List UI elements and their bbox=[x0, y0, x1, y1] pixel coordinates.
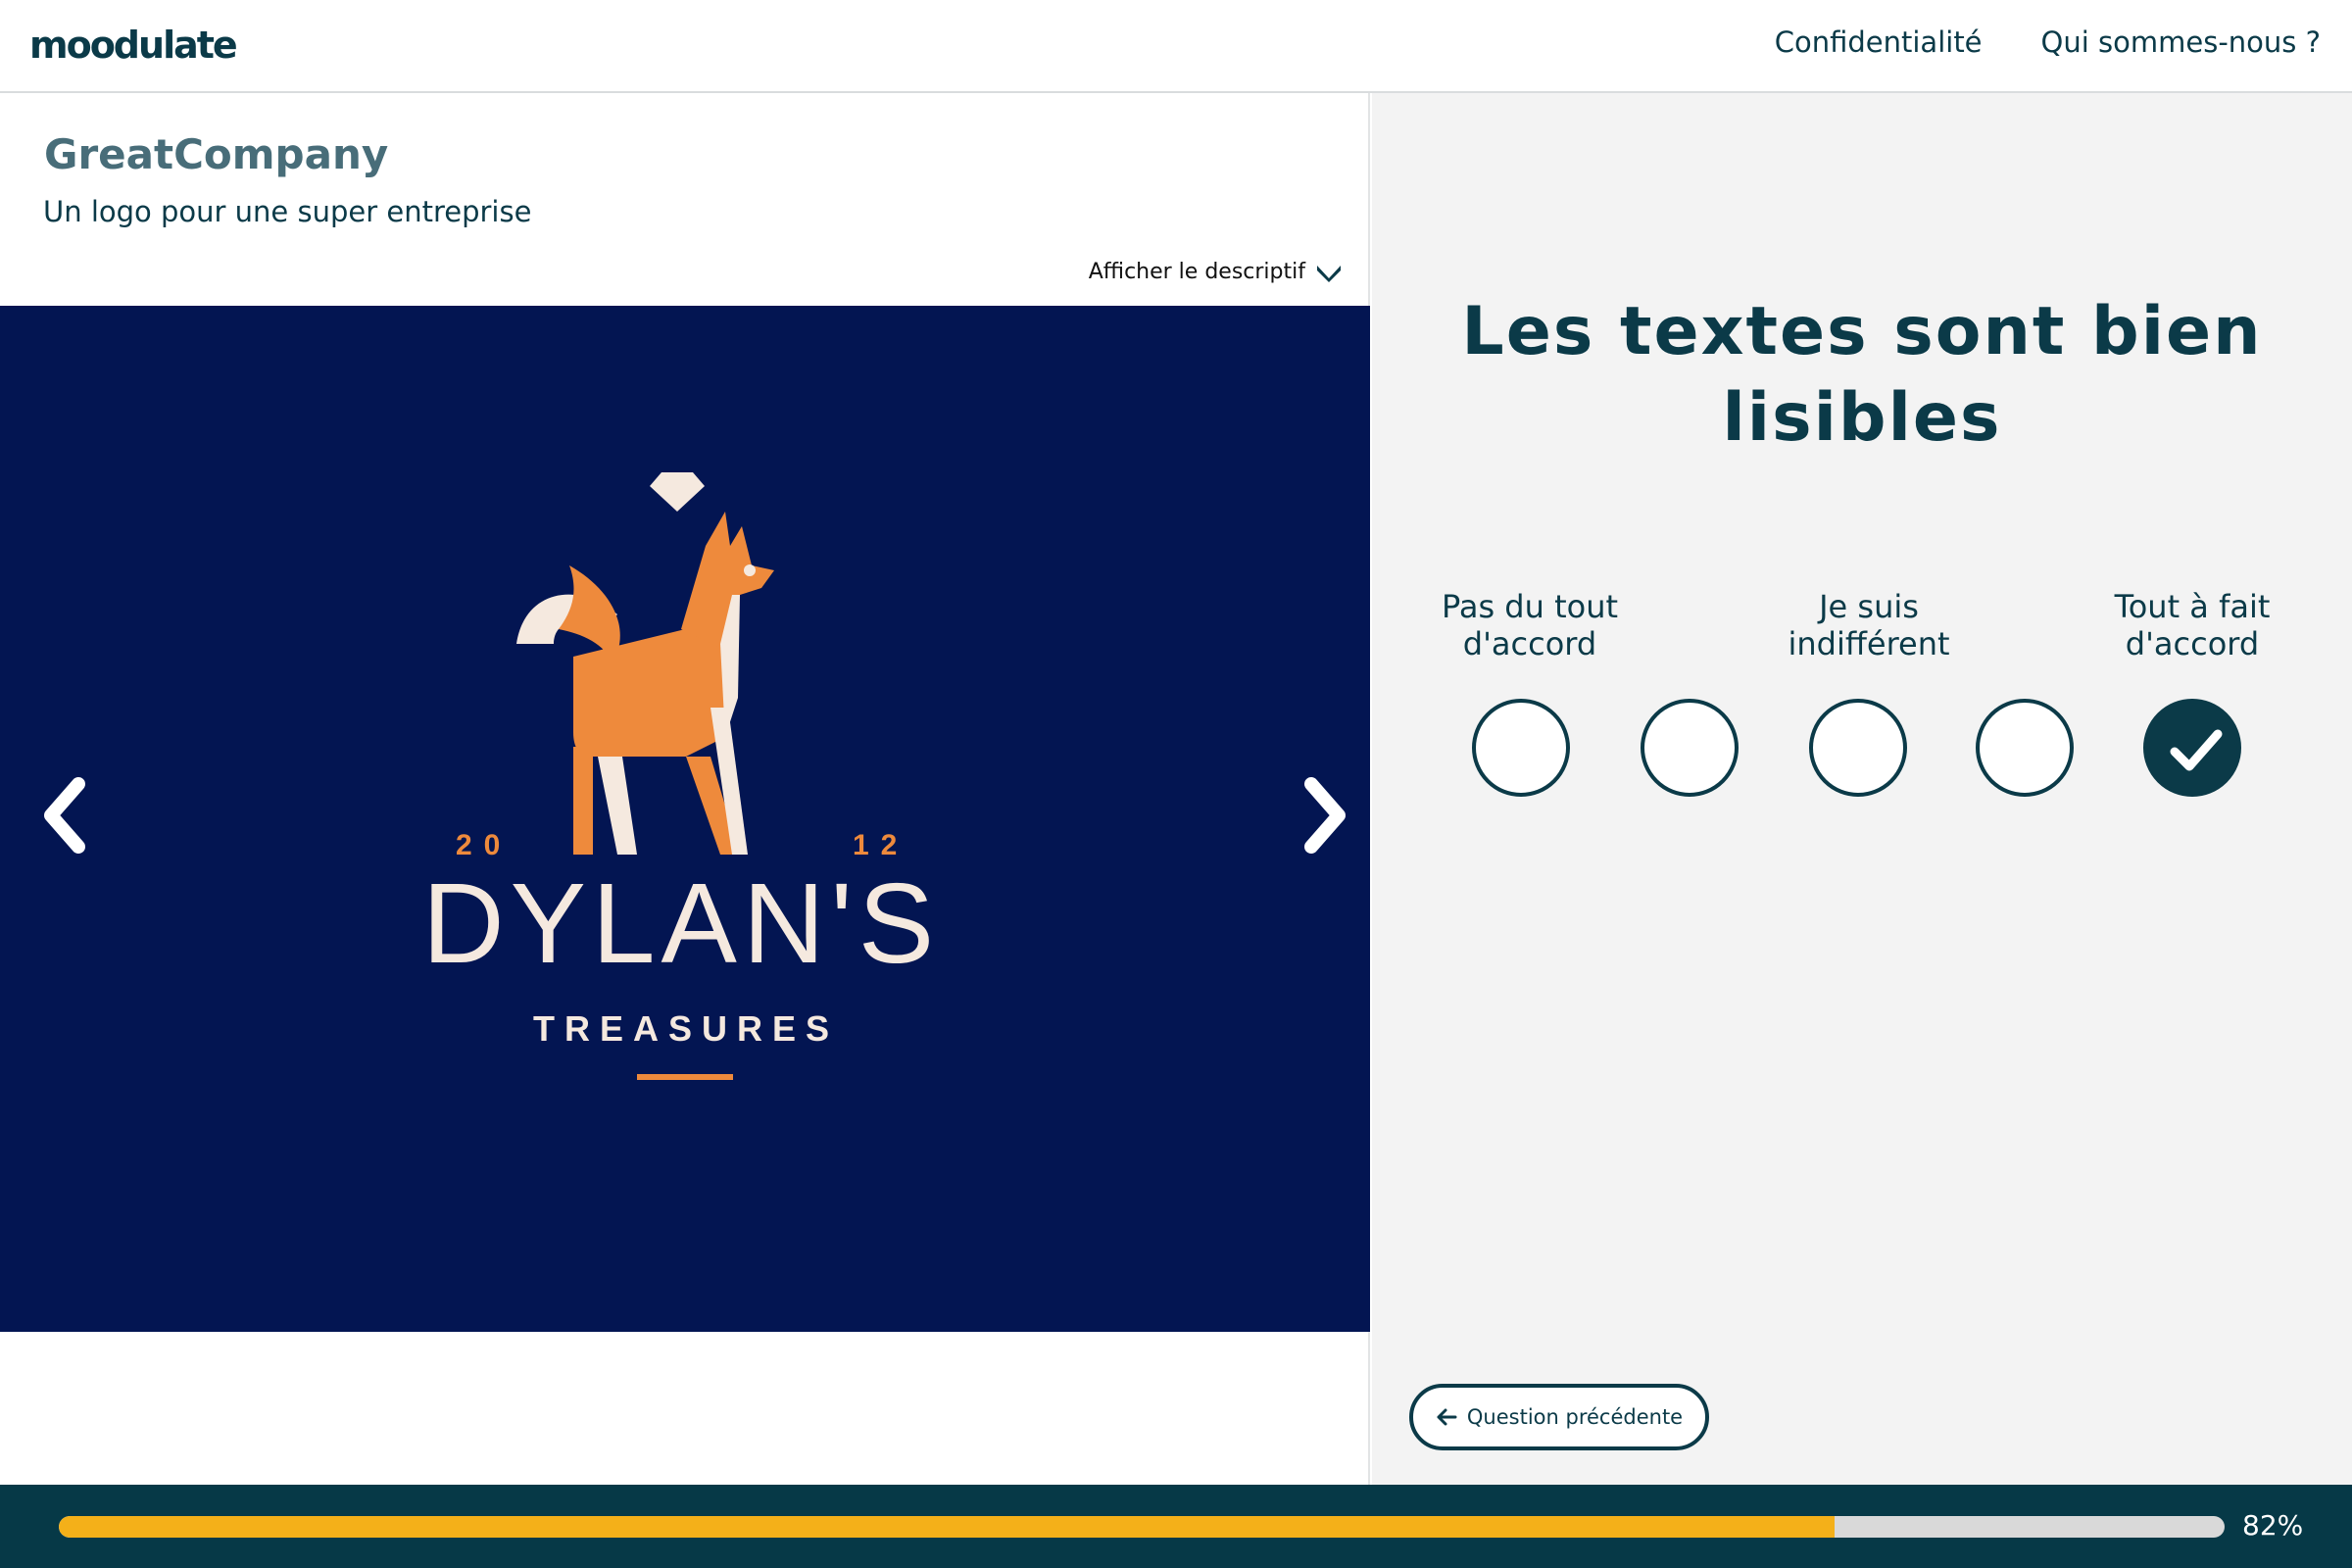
nav-link-privacy[interactable]: Confidentialité bbox=[1775, 25, 1983, 59]
top-bar: moodulate Confidentialité Qui sommes-nou… bbox=[0, 0, 2352, 93]
scale-option-3[interactable] bbox=[1809, 699, 1907, 797]
previous-question-button[interactable]: Question précédente bbox=[1409, 1384, 1709, 1450]
progress-percent: 82% bbox=[2242, 1509, 2304, 1542]
logo-subtitle: TREASURES bbox=[533, 1008, 839, 1049]
top-nav: Confidentialité Qui sommes-nous ? bbox=[1775, 25, 2321, 59]
logo-underline bbox=[637, 1074, 733, 1080]
brand-logo[interactable]: moodulate bbox=[29, 24, 238, 67]
logo-year-right: 12 bbox=[853, 829, 908, 861]
progress-fill bbox=[59, 1516, 1836, 1538]
chevron-down-icon bbox=[1317, 265, 1341, 282]
logo-year-left: 20 bbox=[456, 829, 512, 861]
scale-label-disagree: Pas du tout d'accord bbox=[1441, 588, 1619, 662]
progress-track bbox=[59, 1516, 2225, 1538]
scale-option-5[interactable] bbox=[2143, 699, 2241, 797]
scale-option-4[interactable] bbox=[1976, 699, 2074, 797]
project-pane: GreatCompany Un logo pour une super entr… bbox=[0, 93, 1370, 1485]
scale-label-agree: Tout à fait d'accord bbox=[2114, 588, 2271, 662]
question-pane: Les textes sont bien lisibles Pas du tou… bbox=[1372, 93, 2352, 1485]
scale-label-neutral: Je suis indifférent bbox=[1788, 588, 1950, 662]
previous-question-label: Question précédente bbox=[1466, 1405, 1684, 1429]
arrow-left-icon bbox=[1437, 1408, 1457, 1426]
show-description-toggle[interactable]: Afficher le descriptif bbox=[1089, 260, 1343, 284]
project-tagline: Un logo pour une super entreprise bbox=[43, 195, 532, 228]
agreement-scale: Pas du tout d'accord Je suis indifférent… bbox=[1372, 93, 2352, 1485]
image-viewer: 20 12 DYLAN'S TREASURES bbox=[0, 306, 1370, 1332]
diamond-icon bbox=[650, 472, 705, 512]
company-name: GreatCompany bbox=[44, 130, 389, 178]
show-description-label: Afficher le descriptif bbox=[1088, 260, 1305, 284]
check-icon bbox=[2170, 729, 2223, 771]
progress-footer: 82% bbox=[0, 1485, 2352, 1568]
scale-option-2[interactable] bbox=[1641, 699, 1739, 797]
fox-illustration bbox=[516, 512, 774, 855]
logo-brand: DYLAN'S bbox=[422, 859, 940, 987]
nav-link-about[interactable]: Qui sommes-nous ? bbox=[2041, 25, 2321, 59]
logo-artwork: 20 12 DYLAN'S TREASURES bbox=[422, 472, 940, 1080]
chevron-right-icon[interactable] bbox=[1282, 766, 1360, 864]
chevron-left-icon[interactable] bbox=[29, 766, 108, 864]
scale-option-1[interactable] bbox=[1472, 699, 1570, 797]
